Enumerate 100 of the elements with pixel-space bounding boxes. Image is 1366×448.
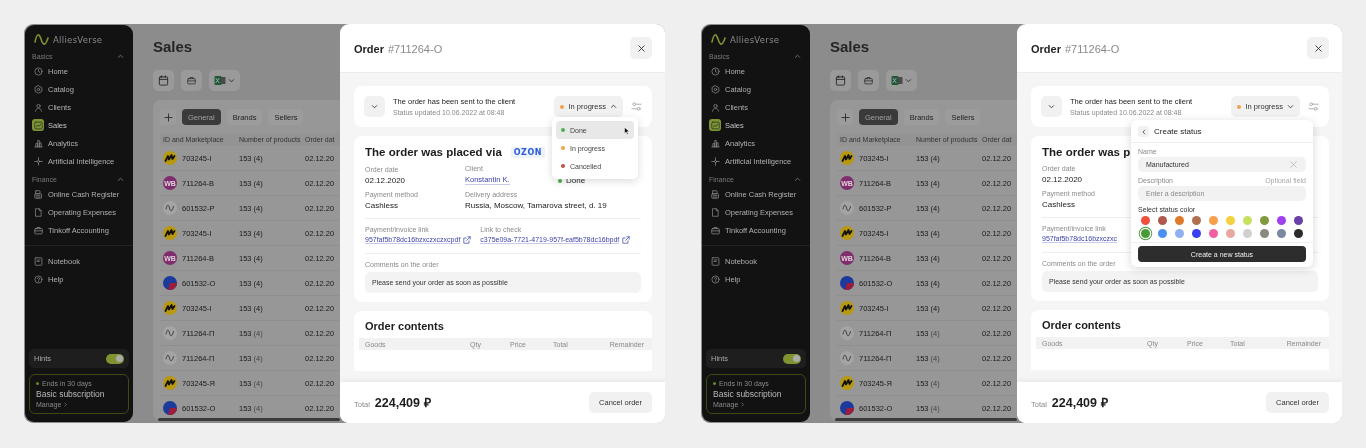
- briefcase-button[interactable]: [181, 70, 202, 91]
- field-value: Cashless: [365, 201, 398, 210]
- add-button[interactable]: [160, 109, 176, 125]
- briefcase-icon: [864, 76, 873, 85]
- section-heading: Order contents: [365, 320, 445, 332]
- chevron-icon: [117, 53, 124, 60]
- hints-toggle[interactable]: [783, 353, 801, 364]
- field-value: Cashless: [1042, 200, 1075, 209]
- color-swatch[interactable]: [1175, 216, 1184, 225]
- color-swatch[interactable]: [1243, 229, 1252, 238]
- page-title: Sales: [153, 38, 194, 55]
- color-swatch[interactable]: [1226, 216, 1235, 225]
- plus-icon: [840, 112, 850, 122]
- add-button[interactable]: [837, 109, 853, 125]
- marketplace-logo: OZON: [510, 146, 545, 158]
- brand-name: AlliesVerse: [730, 35, 780, 45]
- color-swatch[interactable]: [1141, 229, 1150, 238]
- bar-chart-icon: [710, 138, 720, 148]
- chevron-icon: [794, 176, 801, 183]
- close-icon: [636, 43, 646, 53]
- briefcase-icon: [710, 225, 720, 235]
- chevron-icon: [117, 176, 124, 183]
- horizontal-scrollbar[interactable]: [835, 418, 1017, 421]
- chevron-down-icon: [228, 77, 235, 84]
- chevron-down-icon: [1048, 103, 1055, 110]
- total-amount: 224,409 ₽: [374, 395, 431, 411]
- clock-icon: [33, 66, 43, 76]
- color-swatch[interactable]: [1294, 229, 1303, 238]
- horizontal-scrollbar[interactable]: [158, 418, 340, 421]
- spreadsheet-button[interactable]: [209, 70, 240, 91]
- color-swatch[interactable]: [1243, 216, 1252, 225]
- color-swatch[interactable]: [1260, 229, 1269, 238]
- color-swatch[interactable]: [1209, 229, 1218, 238]
- chevron-right-icon: [740, 402, 746, 407]
- hints-toggle[interactable]: [106, 353, 124, 364]
- cursor-icon: [624, 127, 630, 135]
- briefcase-button[interactable]: [858, 70, 879, 91]
- person-icon: [710, 102, 720, 112]
- chart-icon: [710, 120, 720, 130]
- spreadsheet-icon: [891, 75, 903, 86]
- color-swatch[interactable]: [1192, 229, 1201, 238]
- color-swatch[interactable]: [1192, 216, 1201, 225]
- back-button[interactable]: [1138, 126, 1149, 137]
- cash-register-icon: [33, 189, 43, 199]
- calendar-button[interactable]: [153, 70, 174, 91]
- chevron-down-icon: [371, 103, 378, 110]
- color-swatch[interactable]: [1209, 216, 1218, 225]
- field-value: 02.12.2020: [365, 176, 406, 185]
- order-number: #711264-O: [387, 43, 443, 55]
- section-heading: The order was p: [1042, 146, 1131, 158]
- sliders-icon: [1308, 101, 1319, 112]
- cash-register-icon: [710, 189, 720, 199]
- sparkle-icon: [33, 156, 43, 166]
- status-dot-icon: [36, 382, 39, 385]
- notebook-icon: [33, 256, 43, 266]
- close-icon: [1313, 43, 1323, 53]
- document-icon: [33, 207, 43, 217]
- order-number: #711264-O: [1064, 43, 1120, 55]
- color-swatch[interactable]: [1277, 216, 1286, 225]
- chevron-icon: [794, 53, 801, 60]
- sliders-icon: [631, 101, 642, 112]
- sparkle-icon: [710, 156, 720, 166]
- close-button[interactable]: [630, 37, 652, 59]
- field-value: 02.12.2020: [1042, 175, 1083, 184]
- color-swatch[interactable]: [1294, 216, 1303, 225]
- subscription-title: Basic subscription: [36, 389, 105, 399]
- modal-title: Order: [354, 43, 384, 55]
- notebook-icon: [710, 256, 720, 266]
- clear-icon: [1289, 160, 1298, 169]
- chart-icon: [33, 120, 43, 130]
- page-title: Sales: [830, 38, 871, 55]
- popover-title: Create status: [1154, 127, 1202, 136]
- calendar-button[interactable]: [830, 70, 851, 91]
- color-swatch[interactable]: [1141, 216, 1150, 225]
- chevron-left-icon: [1140, 128, 1147, 135]
- status-dot-icon: [713, 382, 716, 385]
- help-icon: [33, 274, 43, 284]
- field-value: Russia, Moscow, Tamarova street, d. 19: [465, 201, 607, 210]
- help-icon: [710, 274, 720, 284]
- color-swatch[interactable]: [1158, 229, 1167, 238]
- plus-icon: [163, 112, 173, 122]
- subscription-title: Basic subscription: [713, 389, 782, 399]
- clock-icon: [710, 66, 720, 76]
- color-swatch[interactable]: [1277, 229, 1286, 238]
- wave-logo-icon: [34, 34, 50, 46]
- hexagon-icon: [710, 84, 720, 94]
- color-swatch[interactable]: [1260, 216, 1269, 225]
- section-heading: The order was placed via: [365, 146, 502, 158]
- external-link-icon: [463, 236, 472, 244]
- spreadsheet-button[interactable]: [886, 70, 917, 91]
- color-swatch[interactable]: [1158, 216, 1167, 225]
- bar-chart-icon: [33, 138, 43, 148]
- close-button[interactable]: [1307, 37, 1329, 59]
- chevron-icon: [1287, 103, 1294, 110]
- section-heading: Order contents: [1042, 319, 1122, 331]
- color-swatch[interactable]: [1226, 229, 1235, 238]
- calendar-icon: [158, 75, 169, 86]
- spreadsheet-icon: [214, 75, 226, 86]
- document-icon: [710, 207, 720, 217]
- color-swatch[interactable]: [1175, 229, 1184, 238]
